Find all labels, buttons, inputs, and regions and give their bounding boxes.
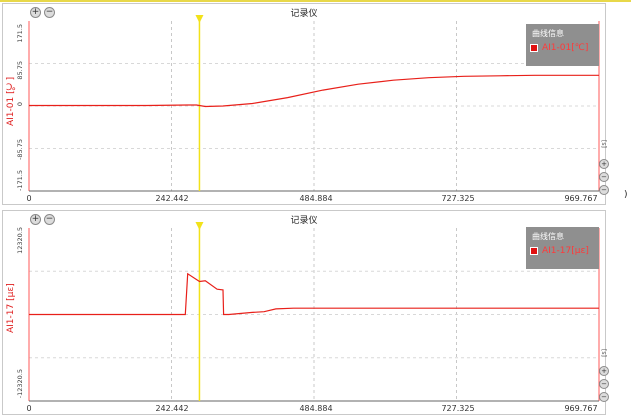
zoom-out-icon[interactable]: − <box>599 379 609 389</box>
y-tick-label: -12320.5 <box>16 369 24 399</box>
x-tick-label: 969.767 <box>564 194 598 203</box>
x-tick-label: 484.884 <box>299 404 333 413</box>
chart-plot-area <box>28 15 600 192</box>
y-tick-label: 171.5 <box>16 24 24 43</box>
curve-info-legend: 曲线信息 AI1-01[℃] <box>526 24 599 66</box>
recorder-panel-2: + − 记录仪 AI1-17 [με] 12320.5 -12320.5 0 2… <box>2 210 609 415</box>
x-tick-label: 0 <box>26 194 32 203</box>
y-tick-label: 12320.5 <box>16 227 24 254</box>
legend-item[interactable]: AI1-17[με] <box>530 246 599 256</box>
series-color-swatch <box>530 247 538 255</box>
top-accent-line <box>0 0 631 2</box>
chart-plot-area <box>28 222 600 402</box>
curve-info-legend: 曲线信息 AI1-17[με] <box>526 227 599 269</box>
series-color-swatch <box>530 44 538 52</box>
legend-header: 曲线信息 <box>532 232 564 241</box>
y-axis-label: AI1-17 [με] <box>6 283 16 334</box>
x-tick-label: 969.767 <box>564 404 598 413</box>
x-tick-label: 0 <box>26 404 32 413</box>
panel-title: 记录仪 <box>290 216 318 226</box>
y-tick-label: -85.75 <box>16 139 24 160</box>
x-tick-label: 727.325 <box>441 404 475 413</box>
y-tick-label: -171.5 <box>16 170 24 191</box>
y-tick-label: 85.75 <box>16 61 24 80</box>
zoom-in-icon[interactable]: + <box>599 366 609 376</box>
panel-title: 记录仪 <box>290 9 318 19</box>
y-tick-label: 0 <box>16 102 24 107</box>
x-tick-label: 484.884 <box>299 194 333 203</box>
legend-item-label: AI1-17[με] <box>542 246 589 256</box>
recorder-panel-1: + − 记录仪 AI1-01 [℃] 171.5 85.75 0 -85.75 … <box>2 3 609 205</box>
zoom-in-icon[interactable]: + <box>599 159 609 169</box>
edge-mark: ) <box>624 190 628 200</box>
legend-header: 曲线信息 <box>532 29 564 38</box>
x-tick-label: 727.325 <box>441 194 475 203</box>
x-tick-label: 242.442 <box>155 404 189 413</box>
time-unit-label: [s] <box>600 349 607 357</box>
legend-item-label: AI1-01[℃] <box>542 43 589 53</box>
legend-item[interactable]: AI1-01[℃] <box>530 43 599 53</box>
x-tick-label: 242.442 <box>155 194 189 203</box>
zoom-out-icon[interactable]: − <box>599 172 609 182</box>
zoom-fit-icon[interactable]: − <box>599 185 609 195</box>
time-unit-label: [s] <box>600 140 607 148</box>
zoom-fit-icon[interactable]: − <box>599 392 609 402</box>
